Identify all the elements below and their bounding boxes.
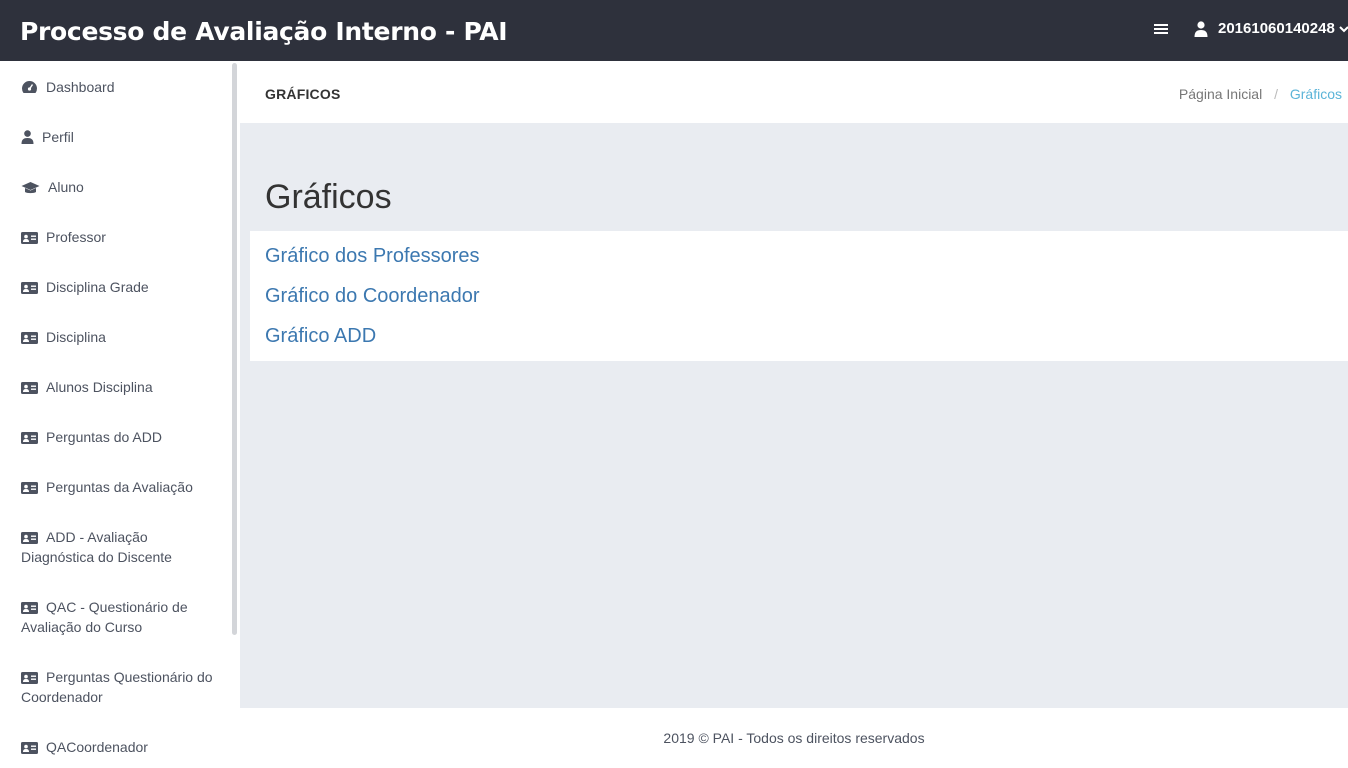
sidebar-item-label: Professor [46,229,106,245]
sidebar-item-aluno[interactable]: Aluno [21,177,216,197]
sidebar-item-label: ADD - Avaliação Diagnóstica do Discente [21,529,172,565]
sidebar-scrollbar[interactable] [232,63,237,635]
sidebar-item-label: Alunos Disciplina [46,379,153,395]
sidebar-item-label: Disciplina [46,329,106,345]
id-card-icon [21,482,38,494]
top-navbar: Processo de Avaliação Interno - PAI 2016… [0,0,1348,61]
sidebar-item-qacoordenador[interactable]: QACoordenador [21,737,216,757]
sidebar-item-label: Perfil [42,129,74,145]
breadcrumb-separator: / [1274,86,1278,102]
sidebar-item-perguntas-avaliacao[interactable]: Perguntas da Avaliação [21,477,216,497]
sidebar-item-disciplina-grade[interactable]: Disciplina Grade [21,277,216,297]
footer: 2019 © PAI - Todos os direitos reservado… [240,708,1348,768]
id-card-icon [21,742,38,754]
sidebar-item-professor[interactable]: Professor [21,227,216,247]
id-card-icon [21,672,38,684]
sidebar-item-disciplina[interactable]: Disciplina [21,327,216,347]
sidebar-item-perguntas-add[interactable]: Perguntas do ADD [21,427,216,447]
link-grafico-add[interactable]: Gráfico ADD [265,325,376,348]
sidebar-item-label: QAC - Questionário de Avaliação do Curso [21,599,188,635]
user-menu[interactable]: 20161060140248 [1194,20,1348,37]
sidebar-item-label: QACoordenador [46,739,148,755]
breadcrumb-home-link[interactable]: Página Inicial [1179,86,1262,102]
footer-text: 2019 © PAI - Todos os direitos reservado… [663,730,925,746]
sidebar-item-dashboard[interactable]: Dashboard [21,77,216,97]
sidebar-item-add[interactable]: ADD - Avaliação Diagnóstica do Discente [21,527,216,567]
sidebar-item-perfil[interactable]: Perfil [21,127,216,147]
graduation-cap-icon [21,182,40,194]
user-icon [1194,20,1208,37]
sidebar-item-label: Disciplina Grade [46,279,149,295]
chart-links-card: Gráfico dos Professores Gráfico do Coord… [250,231,1348,361]
sidebar: Dashboard Perfil Aluno Professor Discipl… [0,61,240,768]
chevron-down-icon [1339,25,1348,32]
id-card-icon [21,382,38,394]
user-name: 20161060140248 [1218,20,1335,37]
sidebar-item-label: Perguntas do ADD [46,429,162,445]
sidebar-item-label: Perguntas da Avaliação [46,479,193,495]
id-card-icon [21,232,38,244]
link-grafico-coordenador[interactable]: Gráfico do Coordenador [265,285,480,308]
user-icon [21,130,34,144]
sidebar-item-label: Aluno [48,179,84,195]
sidebar-item-perguntas-questionario-coordenador[interactable]: Perguntas Questionário do Coordenador [21,667,216,707]
sidebar-item-qac[interactable]: QAC - Questionário de Avaliação do Curso [21,597,216,637]
id-card-icon [21,432,38,444]
dashboard-icon [22,81,37,93]
id-card-icon [21,602,38,614]
id-card-icon [21,532,38,544]
app-title[interactable]: Processo de Avaliação Interno - PAI [20,17,508,46]
page-header: GRÁFICOS Página Inicial / Gráficos [240,61,1348,123]
content-heading: Gráficos [265,178,392,216]
breadcrumb: Página Inicial / Gráficos [1179,86,1342,102]
id-card-icon [21,332,38,344]
id-card-icon [21,282,38,294]
menu-toggle-icon[interactable] [1154,22,1168,38]
sidebar-item-label: Perguntas Questionário do Coordenador [21,669,213,705]
sidebar-item-label: Dashboard [46,79,115,95]
sidebar-item-alunos-disciplina[interactable]: Alunos Disciplina [21,377,216,397]
page-title: GRÁFICOS [265,86,341,102]
link-grafico-professores[interactable]: Gráfico dos Professores [265,245,480,268]
breadcrumb-current: Gráficos [1289,86,1342,102]
